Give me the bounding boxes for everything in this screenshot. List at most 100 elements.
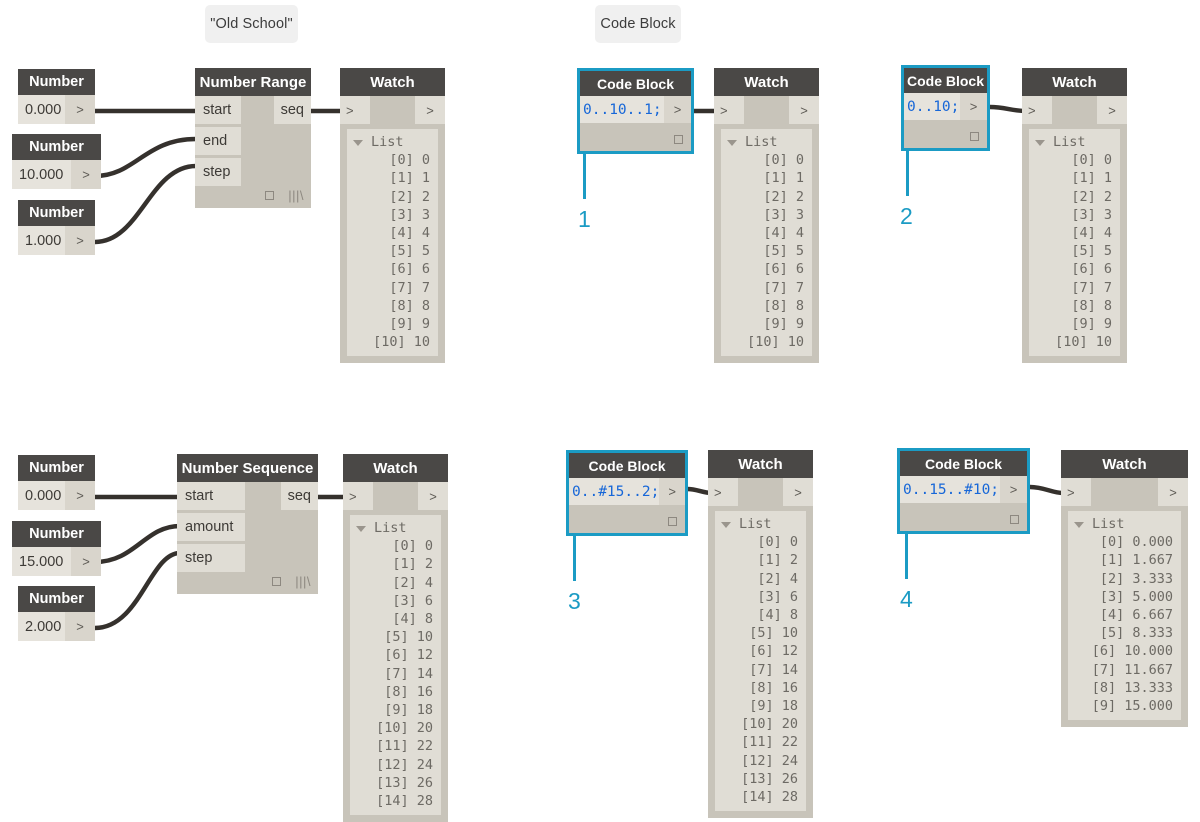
code-block-node-2-row: 0..10; > bbox=[904, 93, 987, 120]
watch-node-1-output-port[interactable]: > bbox=[415, 96, 445, 124]
number-node-6-value[interactable]: 2.000 bbox=[18, 612, 65, 641]
code-block-node-4-code[interactable]: 0..15..#10; bbox=[900, 476, 1000, 503]
watch-node-6-list-head[interactable]: List bbox=[1072, 515, 1175, 533]
number-node-3-output-port[interactable]: > bbox=[65, 226, 95, 255]
freeze-square-icon[interactable] bbox=[668, 517, 677, 526]
number-range-body: start end step seq |||\ bbox=[195, 96, 311, 208]
code-block-node-2[interactable]: Code Block 0..10; > bbox=[901, 65, 990, 151]
freeze-square-icon[interactable] bbox=[1010, 515, 1019, 524]
watch-list-row: [6] 12 bbox=[749, 643, 798, 660]
watch-node-2-rows: [0] 0 [1] 1 [2] 2 [3] 3 [4] 4 [5] 5 [6] 6 [7] 7… bbox=[725, 151, 806, 351]
watch-node-4[interactable]: Watch > > List [0] 0 [1] 2 [2] 4 [3] 6 [4] 8… bbox=[343, 454, 448, 822]
watch-node-4-list-head[interactable]: List bbox=[354, 519, 435, 537]
watch-node-4-input-port[interactable]: > bbox=[343, 482, 373, 510]
code-block-node-3[interactable]: Code Block 0..#15..2; > bbox=[566, 450, 688, 536]
watch-node-3-input-port[interactable]: > bbox=[1022, 96, 1052, 124]
triangle-collapse-icon[interactable] bbox=[721, 522, 731, 529]
number-sequence-node[interactable]: Number Sequence start amount step seq ||… bbox=[177, 454, 318, 594]
number-node-5-output-port[interactable]: > bbox=[71, 547, 101, 576]
number-node-4-output-port[interactable]: > bbox=[65, 481, 95, 510]
watch-node-3-list-head[interactable]: List bbox=[1033, 133, 1114, 151]
number-node-5-value[interactable]: 15.000 bbox=[12, 547, 71, 576]
code-block-node-3-code[interactable]: 0..#15..2; bbox=[569, 478, 660, 505]
watch-node-5-list-head[interactable]: List bbox=[719, 515, 800, 533]
code-block-node-3-output-port[interactable]: > bbox=[659, 478, 685, 505]
number-node-2-output-port[interactable]: > bbox=[71, 160, 101, 189]
watch-list-row: [6] 12 bbox=[384, 647, 433, 664]
watch-node-2-input-port[interactable]: > bbox=[714, 96, 744, 124]
freeze-square-icon[interactable] bbox=[970, 132, 979, 141]
watch-list-row: [0] 0 bbox=[392, 538, 433, 555]
triangle-collapse-icon[interactable] bbox=[353, 140, 363, 147]
code-block-node-1-output-port[interactable]: > bbox=[664, 96, 691, 123]
number-node-3-value[interactable]: 1.000 bbox=[18, 226, 65, 255]
number-node-4-value[interactable]: 0.000 bbox=[18, 481, 65, 510]
code-block-node-2-output-port[interactable]: > bbox=[960, 93, 987, 120]
number-node-6-output-port[interactable]: > bbox=[65, 612, 95, 641]
watch-list-row: [4] 6.667 bbox=[1099, 607, 1173, 624]
code-block-node-3-header: Code Block bbox=[569, 453, 685, 478]
watch-list-row: [1] 1 bbox=[763, 170, 804, 187]
number-node-2-value[interactable]: 10.000 bbox=[12, 160, 71, 189]
watch-node-6-input-port[interactable]: > bbox=[1061, 478, 1091, 506]
code-block-node-4-footer bbox=[900, 503, 1027, 531]
triangle-collapse-icon[interactable] bbox=[727, 140, 737, 147]
leader-line-3 bbox=[573, 535, 576, 581]
watch-node-6[interactable]: Watch > > List [0] 0.000 [1] 1.667 [2] 3.3… bbox=[1061, 450, 1188, 728]
watch-node-5-input-port[interactable]: > bbox=[708, 478, 738, 506]
watch-list-row: [10] 20 bbox=[376, 720, 433, 737]
number-node-4[interactable]: Number 0.000 > bbox=[18, 455, 95, 510]
freeze-square-icon[interactable] bbox=[674, 135, 683, 144]
watch-node-5[interactable]: Watch > > List [0] 0 [1] 2 [2] 4 [3] 6 [4] 8… bbox=[708, 450, 813, 819]
lacing-icon[interactable]: |||\ bbox=[295, 575, 311, 588]
code-block-node-3-row: 0..#15..2; > bbox=[569, 478, 685, 505]
watch-list-row: [6] 6 bbox=[763, 261, 804, 278]
number-node-1[interactable]: Number 0.000 > bbox=[18, 69, 95, 124]
code-block-node-1[interactable]: Code Block 0..10..1; > bbox=[577, 68, 694, 154]
triangle-collapse-icon[interactable] bbox=[356, 526, 366, 533]
number-node-3[interactable]: Number 1.000 > bbox=[18, 200, 95, 255]
watch-node-1-list-head[interactable]: List bbox=[351, 133, 432, 151]
number-node-6[interactable]: Number 2.000 > bbox=[18, 586, 95, 641]
number-range-input-start[interactable]: start bbox=[195, 96, 241, 124]
watch-node-6-output-port[interactable]: > bbox=[1158, 478, 1188, 506]
number-range-output-seq[interactable]: seq bbox=[273, 96, 311, 124]
code-block-node-1-code[interactable]: 0..10..1; bbox=[580, 96, 664, 123]
watch-node-2-output-port[interactable]: > bbox=[789, 96, 819, 124]
watch-node-2[interactable]: Watch > > List [0] 0 [1] 1 [2] 2 [3] 3 [4] 4… bbox=[714, 68, 819, 364]
number-range-input-step[interactable]: step bbox=[195, 158, 241, 186]
watch-node-1[interactable]: Watch > > List [0] 0 [1] 1 [2] 2 [3] 3 [4] 4… bbox=[340, 68, 445, 364]
number-node-2[interactable]: Number 10.000 > bbox=[12, 134, 101, 189]
number-range-node[interactable]: Number Range start end step seq |||\ bbox=[195, 68, 311, 208]
watch-list-row: [11] 22 bbox=[376, 738, 433, 755]
watch-node-1-input-port[interactable]: > bbox=[340, 96, 370, 124]
number-sequence-input-start[interactable]: start bbox=[177, 482, 245, 510]
watch-node-2-list-head[interactable]: List bbox=[725, 133, 806, 151]
code-block-node-2-code[interactable]: 0..10; bbox=[904, 93, 960, 120]
watch-node-3-header: Watch bbox=[1022, 68, 1127, 96]
number-node-1-value[interactable]: 0.000 bbox=[18, 95, 65, 124]
number-node-1-output-port[interactable]: > bbox=[65, 95, 95, 124]
number-sequence-input-step[interactable]: step bbox=[177, 544, 245, 572]
annotation-old-school-label: "Old School" bbox=[210, 16, 293, 32]
code-block-node-4-output-port[interactable]: > bbox=[1000, 476, 1027, 503]
number-node-5[interactable]: Number 15.000 > bbox=[12, 521, 101, 576]
watch-node-4-list: List [0] 0 [1] 2 [2] 4 [3] 6 [4] 8 [5] 10 [6] … bbox=[350, 515, 441, 816]
number-node-5-header: Number bbox=[12, 521, 101, 547]
watch-node-3-output-port[interactable]: > bbox=[1097, 96, 1127, 124]
freeze-square-icon[interactable] bbox=[272, 577, 282, 586]
watch-node-5-output-port[interactable]: > bbox=[783, 478, 813, 506]
triangle-collapse-icon[interactable] bbox=[1074, 522, 1084, 529]
lacing-icon[interactable]: |||\ bbox=[288, 189, 304, 202]
triangle-collapse-icon[interactable] bbox=[1035, 140, 1045, 147]
watch-node-3[interactable]: Watch > > List [0] 0 [1] 1 [2] 2 [3] 3 [4] 4… bbox=[1022, 68, 1127, 364]
number-sequence-input-amount[interactable]: amount bbox=[177, 513, 245, 541]
number-range-input-end[interactable]: end bbox=[195, 127, 241, 155]
freeze-square-icon[interactable] bbox=[265, 191, 275, 200]
watch-node-6-header: Watch bbox=[1061, 450, 1188, 478]
code-block-node-4[interactable]: Code Block 0..15..#10; > bbox=[897, 448, 1030, 534]
watch-node-4-output-port[interactable]: > bbox=[418, 482, 448, 510]
watch-list-row: [7] 7 bbox=[763, 279, 804, 296]
number-sequence-output-seq[interactable]: seq bbox=[280, 482, 318, 510]
watch-list-row: [9] 18 bbox=[384, 702, 433, 719]
